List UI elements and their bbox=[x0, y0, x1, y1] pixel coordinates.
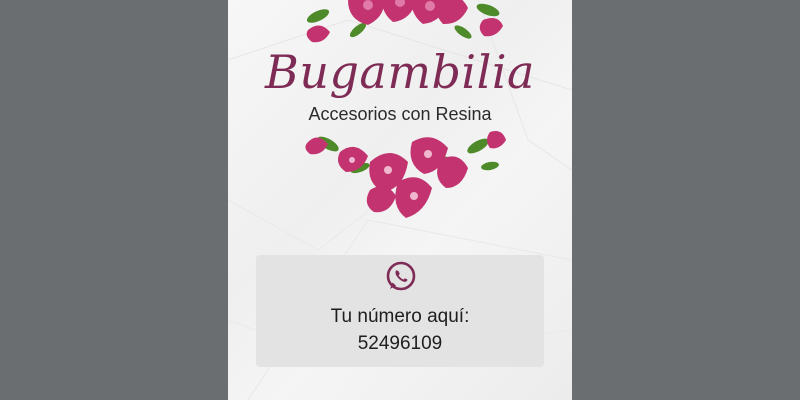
screen: Bugambilia Accesorios con Resina Tu núme… bbox=[0, 0, 800, 400]
brand-name: Bugambilia bbox=[265, 45, 535, 99]
bougainvillea-middle-illustration bbox=[305, 131, 506, 218]
contact-panel: Tu número aquí: 52496109 bbox=[256, 255, 544, 367]
phone-prompt: Tu número aquí: bbox=[330, 306, 470, 327]
phone-number: 52496109 bbox=[357, 333, 443, 354]
business-card: Bugambilia Accesorios con Resina Tu núme… bbox=[228, 0, 572, 400]
whatsapp-icon bbox=[386, 261, 416, 291]
